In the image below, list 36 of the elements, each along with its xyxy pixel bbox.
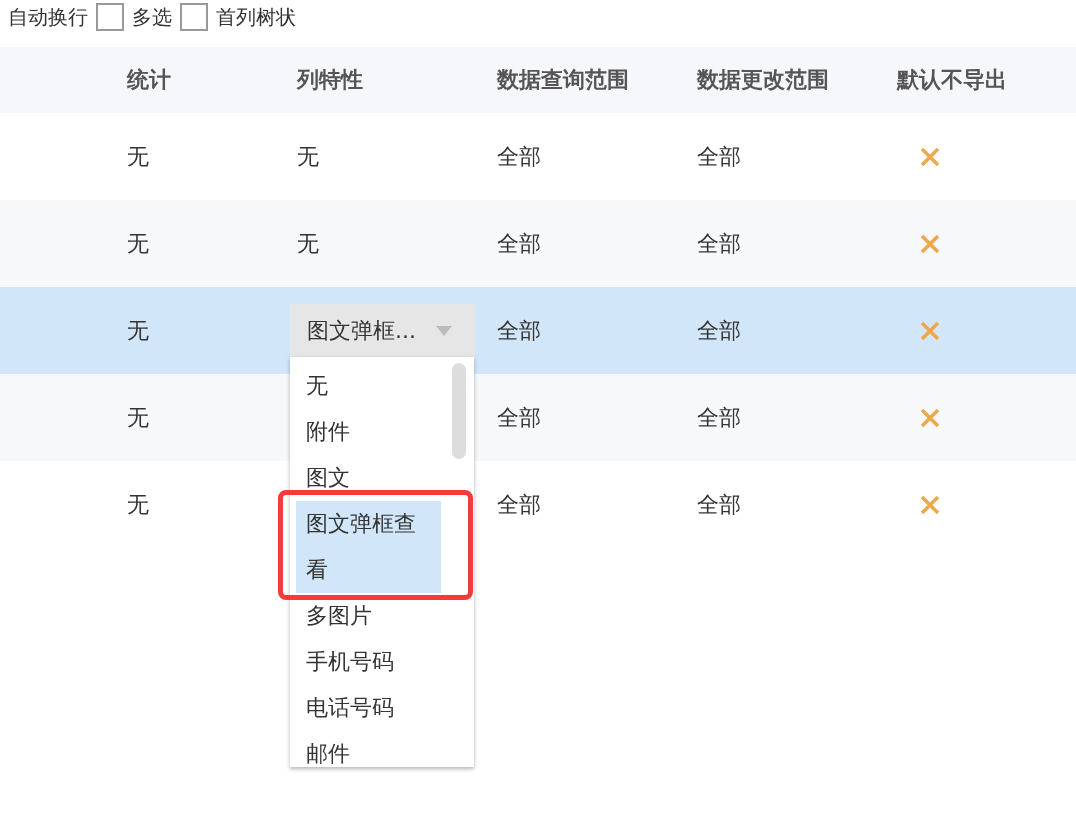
option-label: 自动换行 [8, 3, 88, 31]
column-header: 数据查询范围 [497, 66, 629, 94]
table-cell-text: 全部 [697, 142, 742, 171]
table-cell-text: 全部 [697, 490, 742, 519]
table-cell-text: 全部 [497, 490, 542, 519]
dropdown-option[interactable]: 邮件 [296, 731, 441, 767]
column-header: 列特性 [297, 66, 363, 94]
table-cell: 无 [297, 200, 497, 287]
table-cell-text: 无 [297, 142, 320, 171]
dropdown-select[interactable]: 图文弹框... [290, 304, 475, 357]
table-cell: 全部 [497, 200, 697, 287]
table-cell: 全部 [697, 287, 897, 374]
checkbox[interactable] [96, 3, 124, 31]
dropdown-option[interactable]: 图文弹框查看 [296, 501, 441, 593]
table-cell: 全部 [697, 200, 897, 287]
table-cell[interactable]: 无 [0, 287, 297, 374]
dropdown-option[interactable]: 无 [296, 363, 441, 409]
dropdown-option[interactable]: 电话号码 [296, 685, 441, 731]
table-cell: 全部 [697, 374, 897, 461]
dropdown-option[interactable]: 图文 [296, 455, 441, 501]
table-cell[interactable]: 无 [0, 113, 297, 200]
caret-icon [436, 325, 452, 336]
option-label: 多选 [132, 3, 172, 31]
scrollbar-thumb[interactable] [452, 363, 466, 459]
dropdown-option[interactable]: 手机号码 [296, 639, 441, 685]
dropdown-option[interactable]: 多图片 [296, 593, 441, 639]
table-cell: 全部 [497, 287, 697, 374]
column-header: 数据更改范围 [697, 66, 829, 94]
table-cell-text: 全部 [497, 142, 542, 171]
column-header: 默认不导出 [897, 66, 1007, 94]
column-header: 统计 [127, 66, 171, 94]
checkbox[interactable] [180, 3, 208, 31]
table-cell: 全部 [497, 374, 697, 461]
dropdown-option[interactable]: 附件 [296, 409, 441, 455]
option-label: 首列树状 [216, 3, 296, 31]
table-cell[interactable]: 无 [0, 200, 297, 287]
